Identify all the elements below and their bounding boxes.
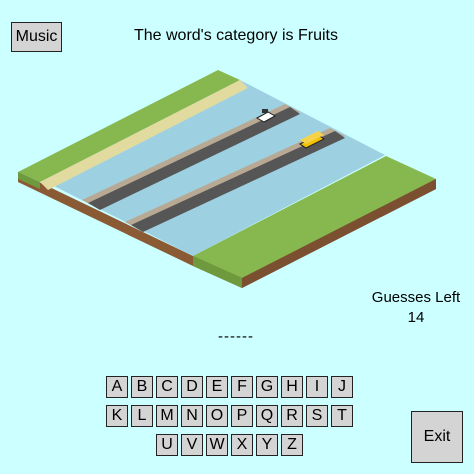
letter-key-p[interactable]: P	[231, 405, 253, 427]
letter-key-o[interactable]: O	[206, 405, 228, 427]
letter-key-q[interactable]: Q	[256, 405, 278, 427]
letter-key-e[interactable]: E	[206, 376, 228, 398]
letter-key-c[interactable]: C	[156, 376, 178, 398]
exit-button[interactable]: Exit	[411, 411, 463, 463]
guesses-left-count: 14	[407, 309, 425, 326]
letter-key-j[interactable]: J	[331, 376, 353, 398]
letter-key-v[interactable]: V	[181, 434, 203, 456]
letter-key-t[interactable]: T	[331, 405, 353, 427]
letter-key-g[interactable]: G	[256, 376, 278, 398]
letter-key-s[interactable]: S	[306, 405, 328, 427]
letter-key-f[interactable]: F	[231, 376, 253, 398]
letter-key-a[interactable]: A	[106, 376, 128, 398]
letter-key-h[interactable]: H	[281, 376, 303, 398]
letter-key-l[interactable]: L	[131, 405, 153, 427]
letter-key-u[interactable]: U	[156, 434, 178, 456]
letter-key-k[interactable]: K	[106, 405, 128, 427]
letter-key-r[interactable]: R	[281, 405, 303, 427]
word-mask: ------	[218, 328, 254, 345]
letter-key-y[interactable]: Y	[256, 434, 278, 456]
letter-key-z[interactable]: Z	[281, 434, 303, 456]
game-scene	[18, 70, 436, 288]
guesses-left-label: Guesses Left	[371, 289, 461, 306]
letter-key-m[interactable]: M	[156, 405, 178, 427]
letter-key-w[interactable]: W	[206, 434, 228, 456]
letter-key-i[interactable]: I	[306, 376, 328, 398]
letter-key-x[interactable]: X	[231, 434, 253, 456]
letter-key-n[interactable]: N	[181, 405, 203, 427]
letter-key-b[interactable]: B	[131, 376, 153, 398]
guesses-left: Guesses Left 14	[362, 288, 470, 328]
letter-key-d[interactable]: D	[181, 376, 203, 398]
